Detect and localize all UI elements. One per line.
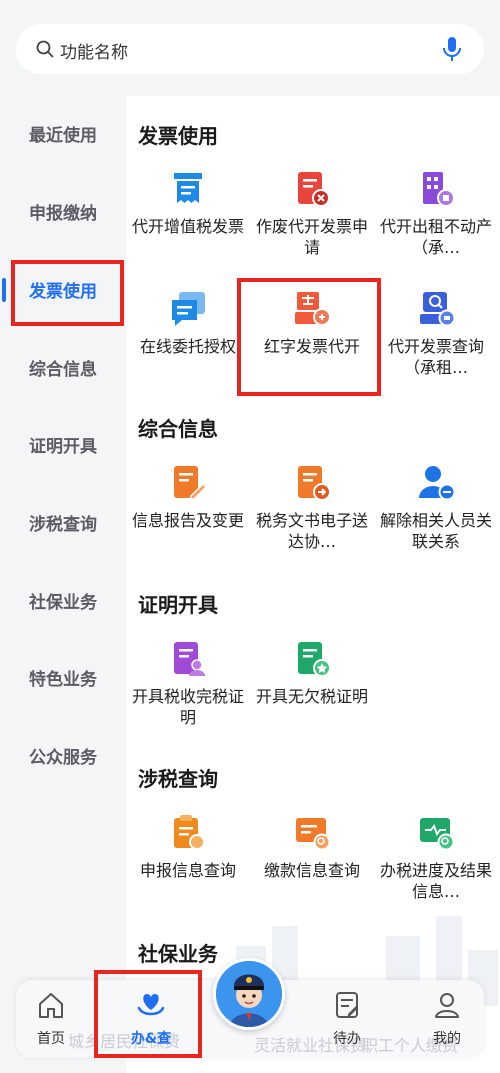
service-label: 缴款信息查询 bbox=[263, 861, 360, 880]
section-title-general-info: 综合信息 bbox=[138, 417, 218, 441]
service-tax-certificate[interactable]: 开具税收完税证明 bbox=[126, 640, 250, 750]
payment-query-icon bbox=[293, 814, 331, 852]
section-title-tax-query: 涉税查询 bbox=[138, 767, 218, 791]
sidebar-active-indicator bbox=[2, 278, 6, 302]
sidebar-item-declare-pay[interactable]: 申报缴纳 bbox=[0, 194, 126, 234]
service-lease-property-invoice[interactable]: 代开出租不动产（承… bbox=[374, 170, 498, 280]
assistant-avatar-button[interactable] bbox=[213, 958, 285, 1030]
service-label: 作废代开发票申请 bbox=[255, 217, 368, 257]
building-icon bbox=[417, 170, 455, 208]
tax-certificate-icon bbox=[169, 640, 207, 678]
section-title-certificate: 证明开具 bbox=[138, 593, 218, 617]
chat-authorize-icon bbox=[169, 290, 207, 328]
no-arrears-certificate-icon bbox=[293, 640, 331, 678]
user-icon bbox=[432, 993, 462, 1024]
service-label: 开具税收完税证明 bbox=[131, 687, 244, 727]
sidebar-item-tax-query[interactable]: 涉税查询 bbox=[0, 505, 126, 545]
service-label: 税务文书电子送达协… bbox=[255, 511, 368, 551]
tab-profile-label: 我的 bbox=[433, 1031, 461, 1047]
section-title-social-security: 社保业务 bbox=[138, 942, 218, 966]
remove-user-icon bbox=[417, 464, 456, 502]
highlight-sidebar-invoice bbox=[11, 260, 124, 326]
search-area: 功能名称 bbox=[0, 0, 500, 96]
service-cancel-invoice[interactable]: 作废代开发票申请 bbox=[250, 170, 374, 280]
sidebar-item-general-info[interactable]: 综合信息 bbox=[0, 350, 126, 390]
service-label: 在线委托授权 bbox=[139, 337, 236, 356]
todo-icon bbox=[332, 992, 362, 1024]
service-label: 代开发票查询（承租… bbox=[387, 337, 484, 377]
service-label: 申报信息查询 bbox=[139, 861, 236, 880]
service-no-arrears-certificate[interactable]: 开具无欠税证明 bbox=[250, 640, 374, 750]
sidebar-item-social-security[interactable]: 社保业务 bbox=[0, 583, 126, 623]
service-declare-query[interactable]: 申报信息查询 bbox=[126, 814, 250, 924]
service-label: 解除相关人员关联关系 bbox=[379, 511, 492, 551]
service-document-delivery[interactable]: 税务文书电子送达协… bbox=[250, 464, 374, 574]
sidebar-item-public-service[interactable]: 公众服务 bbox=[0, 738, 126, 778]
sidebar-item-certificate[interactable]: 证明开具 bbox=[0, 427, 126, 467]
document-send-icon bbox=[293, 464, 331, 502]
service-label: 办税进度及结果信息… bbox=[379, 861, 492, 901]
service-list: 发票使用 代开增值税发票 作废代开发票申请 代开出租不动产（承… 在线委托授权 … bbox=[126, 96, 500, 1073]
tab-home-label: 首页 bbox=[37, 1031, 65, 1047]
service-label: 代开增值税发票 bbox=[131, 217, 244, 236]
service-label: 开具无欠税证明 bbox=[255, 687, 368, 706]
police-officer-avatar-icon bbox=[216, 961, 282, 1027]
service-online-authorization[interactable]: 在线委托授权 bbox=[126, 290, 250, 400]
search-icon bbox=[36, 40, 54, 62]
service-label: 信息报告及变更 bbox=[131, 511, 244, 530]
declare-query-icon bbox=[169, 814, 207, 852]
service-issue-vat-invoice[interactable]: 代开增值税发票 bbox=[126, 170, 250, 280]
invoice-search-icon bbox=[417, 290, 456, 328]
service-info-report[interactable]: 信息报告及变更 bbox=[126, 464, 250, 574]
edit-report-icon bbox=[169, 464, 208, 502]
sidebar-item-recent[interactable]: 最近使用 bbox=[0, 116, 126, 156]
section-title-invoice: 发票使用 bbox=[138, 124, 218, 148]
cancel-invoice-icon bbox=[293, 170, 331, 208]
search-input[interactable]: 功能名称 bbox=[16, 24, 484, 74]
tab-profile[interactable]: 我的 bbox=[412, 990, 482, 1048]
service-label: 代开出租不动产（承… bbox=[379, 217, 492, 257]
service-invoice-query[interactable]: 代开发票查询（承租… bbox=[374, 290, 498, 400]
highlight-red-invoice bbox=[237, 278, 381, 396]
invoice-icon bbox=[169, 170, 207, 208]
microphone-icon[interactable] bbox=[442, 36, 462, 66]
service-remove-relation[interactable]: 解除相关人员关联关系 bbox=[374, 464, 498, 574]
sidebar-item-special[interactable]: 特色业务 bbox=[0, 660, 126, 700]
home-icon bbox=[36, 993, 66, 1024]
progress-query-icon bbox=[417, 814, 455, 852]
category-sidebar: 最近使用 申报缴纳 发票使用 综合信息 证明开具 涉税查询 社保业务 特色业务 … bbox=[0, 96, 126, 1073]
tab-todo-label: 待办 bbox=[333, 1031, 361, 1047]
tab-todo[interactable]: 待办 bbox=[312, 990, 382, 1048]
search-placeholder: 功能名称 bbox=[60, 43, 128, 63]
highlight-tab-handle-query bbox=[94, 970, 202, 1058]
tab-home[interactable]: 首页 bbox=[16, 990, 86, 1048]
